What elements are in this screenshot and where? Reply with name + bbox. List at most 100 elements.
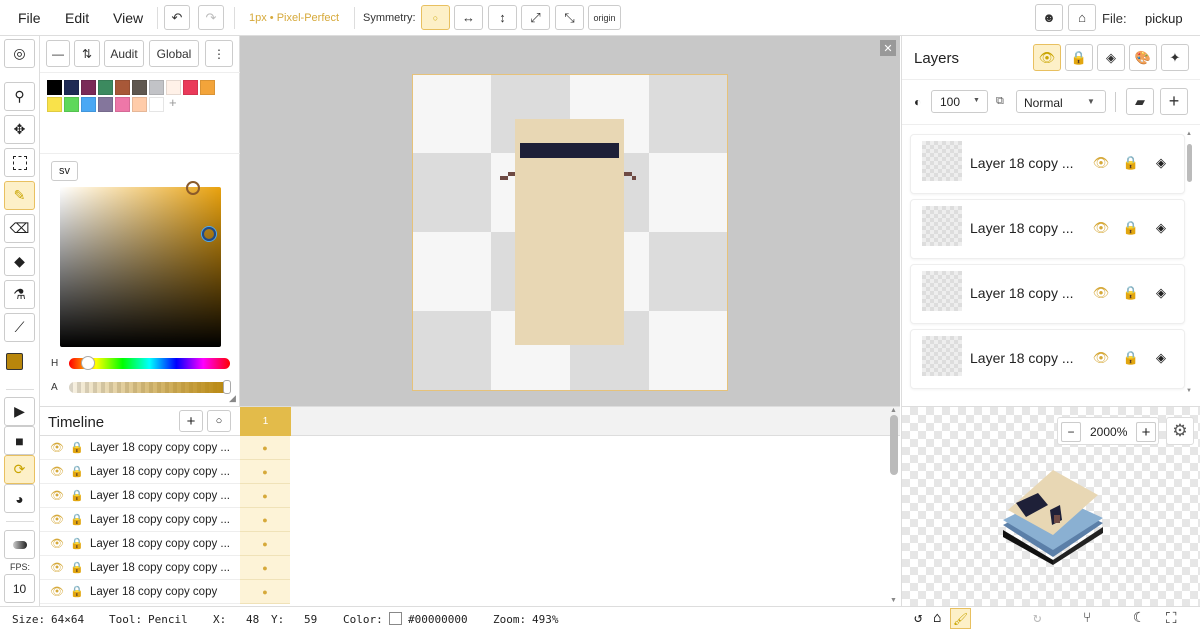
eye-icon[interactable]: 👁 — [1091, 283, 1111, 303]
undo-button[interactable]: ↶ — [164, 5, 190, 30]
symmetry-vertical-button[interactable]: ↕ — [488, 5, 517, 30]
redo-icon[interactable]: ↻ — [1033, 610, 1041, 626]
blend-mode-select[interactable]: Normal ▼ — [1016, 90, 1106, 113]
menu-file[interactable]: File — [18, 10, 41, 26]
layer-alpha-button[interactable]: ◈ — [1097, 44, 1125, 71]
resize-handle-icon[interactable]: ◢ — [229, 393, 236, 404]
timeline-row[interactable]: 👁 🔒 Layer 18 copy copy copy ... — [40, 556, 240, 580]
picker-mode-button[interactable]: sv — [51, 161, 78, 181]
play-button[interactable]: ▶ — [4, 397, 35, 426]
lock-all-button[interactable]: 🔒 — [1065, 44, 1093, 71]
loop-button[interactable]: ⟳ — [4, 455, 35, 484]
primary-color-swatch[interactable] — [6, 353, 23, 370]
zoom-out-button[interactable]: − — [1061, 422, 1081, 442]
scroll-up-icon[interactable]: ▲ — [1186, 131, 1192, 137]
opacity-input[interactable]: 100 ▼ — [931, 90, 988, 113]
palette-swatch[interactable] — [115, 80, 130, 95]
palette-swatch[interactable] — [64, 80, 79, 95]
palette-minus-button[interactable]: — — [46, 40, 70, 67]
stop-button[interactable]: ■ — [4, 426, 35, 455]
palette-swatch[interactable] — [98, 80, 113, 95]
palette-swatch[interactable] — [132, 80, 147, 95]
palette-swatch[interactable] — [149, 80, 164, 95]
palette-swatch[interactable] — [183, 80, 198, 95]
palette-swatch[interactable] — [132, 97, 147, 112]
frame-cell[interactable]: ● — [240, 556, 290, 580]
palette-swatch[interactable] — [115, 97, 130, 112]
layers-scrollbar[interactable] — [1187, 144, 1192, 182]
lock-icon[interactable]: 🔒 — [70, 489, 84, 502]
eye-icon[interactable]: 👁 — [50, 585, 64, 598]
timeline-row[interactable]: 👁 🔒 Layer 18 copy copy copy ... — [40, 532, 240, 556]
menu-edit[interactable]: Edit — [65, 10, 89, 26]
palette-sort-button[interactable]: ⇅ — [74, 40, 100, 67]
timeline-row[interactable]: 👁 🔒 Layer 18 copy copy copy ... — [40, 508, 240, 532]
global-button[interactable]: Global — [149, 40, 199, 67]
audit-button[interactable]: Audit — [104, 40, 144, 67]
scroll-up-icon[interactable]: ▲ — [890, 407, 897, 414]
palette-swatch[interactable] — [98, 97, 113, 112]
lock-icon[interactable]: 🔒 — [70, 513, 84, 526]
effects-button[interactable]: ✦ — [1161, 44, 1189, 71]
palette-button[interactable]: 🎨 — [1129, 44, 1157, 71]
menu-view[interactable]: View — [113, 10, 143, 26]
toggle-visibility-button[interactable]: 👁 — [1033, 44, 1061, 71]
tool-move[interactable]: ✥ — [4, 115, 35, 144]
frame-cell[interactable]: ● — [240, 532, 290, 556]
fullscreen-icon[interactable]: ⛶ — [1166, 609, 1177, 627]
brush-icon[interactable]: 🖌 — [950, 608, 971, 629]
tool-pencil[interactable]: ✎ — [4, 181, 35, 210]
add-swatch-icon[interactable]: + — [169, 95, 177, 110]
add-frame-button[interactable]: + — [179, 410, 203, 432]
tool-eraser[interactable]: ⌫ — [4, 214, 35, 243]
moon-icon[interactable]: ☾ — [1133, 610, 1141, 626]
eye-icon[interactable]: 👁 — [50, 513, 64, 526]
eye-icon[interactable]: 👁 — [50, 537, 64, 550]
symmetry-antidiagonal-button[interactable]: ⤡ — [555, 5, 584, 30]
preview-zoom-value[interactable]: 2000% — [1090, 425, 1127, 439]
close-icon[interactable]: ✕ — [880, 40, 896, 56]
palette-swatch[interactable] — [47, 97, 62, 112]
zoom-in-button[interactable]: + — [1136, 422, 1156, 442]
lock-icon[interactable]: 🔒 — [70, 537, 84, 550]
timeline-row[interactable]: 👁 🔒 Layer 18 copy copy copy ... — [40, 484, 240, 508]
lock-icon[interactable]: 🔒 — [70, 585, 84, 598]
alpha-slider[interactable] — [69, 382, 230, 393]
timeline-row[interactable]: 👁 🔒 Layer 18 copy copy copy ... — [40, 460, 240, 484]
tool-line[interactable]: ⟋ — [4, 313, 35, 342]
palette-swatch[interactable] — [47, 80, 62, 95]
symmetry-origin-button[interactable]: origin — [588, 5, 621, 30]
brush-info[interactable]: 1px • Pixel-Perfect — [249, 12, 339, 24]
lock-icon[interactable]: 🔒 — [1121, 283, 1141, 303]
tool-select-object[interactable]: ◎ — [4, 39, 35, 68]
eye-icon[interactable]: 👁 — [1091, 153, 1111, 173]
canvas-area[interactable]: ✕ — [240, 36, 900, 406]
discord-button[interactable]: ☻ — [1035, 4, 1063, 31]
saturation-value-picker[interactable] — [60, 187, 221, 347]
brush-size-button[interactable] — [4, 530, 35, 559]
alpha-lock-icon[interactable]: ◈ — [1151, 283, 1171, 303]
sv-handle-secondary[interactable] — [186, 181, 200, 195]
preview-settings-button[interactable]: ⚙ — [1166, 417, 1194, 445]
eye-icon[interactable]: 👁 — [50, 561, 64, 574]
home-button[interactable]: ⌂ — [1068, 4, 1096, 31]
eye-icon[interactable]: 👁 — [50, 489, 64, 502]
tool-zoom[interactable]: ⚲ — [4, 82, 35, 111]
hue-handle[interactable] — [81, 356, 95, 370]
layer-item[interactable]: Layer 18 copy ... 👁 🔒 ◈ — [910, 264, 1185, 324]
tool-fill[interactable]: ◆ — [4, 247, 35, 276]
frame-cell[interactable]: ● — [240, 580, 290, 604]
new-layer-button[interactable]: + — [1160, 88, 1188, 115]
alpha-lock-icon[interactable]: ◈ — [1151, 348, 1171, 368]
onion-skin-button[interactable]: ◕ — [4, 484, 35, 513]
frame-cell[interactable]: ● — [240, 508, 290, 532]
eye-icon[interactable]: 👁 — [50, 465, 64, 478]
add-keyframe-button[interactable]: ○ — [207, 410, 231, 432]
lock-icon[interactable]: 🔒 — [70, 561, 84, 574]
eye-icon[interactable]: 👁 — [1091, 348, 1111, 368]
scroll-down-icon[interactable]: ▼ — [1186, 388, 1192, 394]
lock-icon[interactable]: 🔒 — [70, 465, 84, 478]
sv-handle-primary[interactable] — [202, 227, 216, 241]
file-name[interactable]: pickup — [1145, 11, 1183, 26]
tool-eyedropper[interactable]: ⚗ — [4, 280, 35, 309]
